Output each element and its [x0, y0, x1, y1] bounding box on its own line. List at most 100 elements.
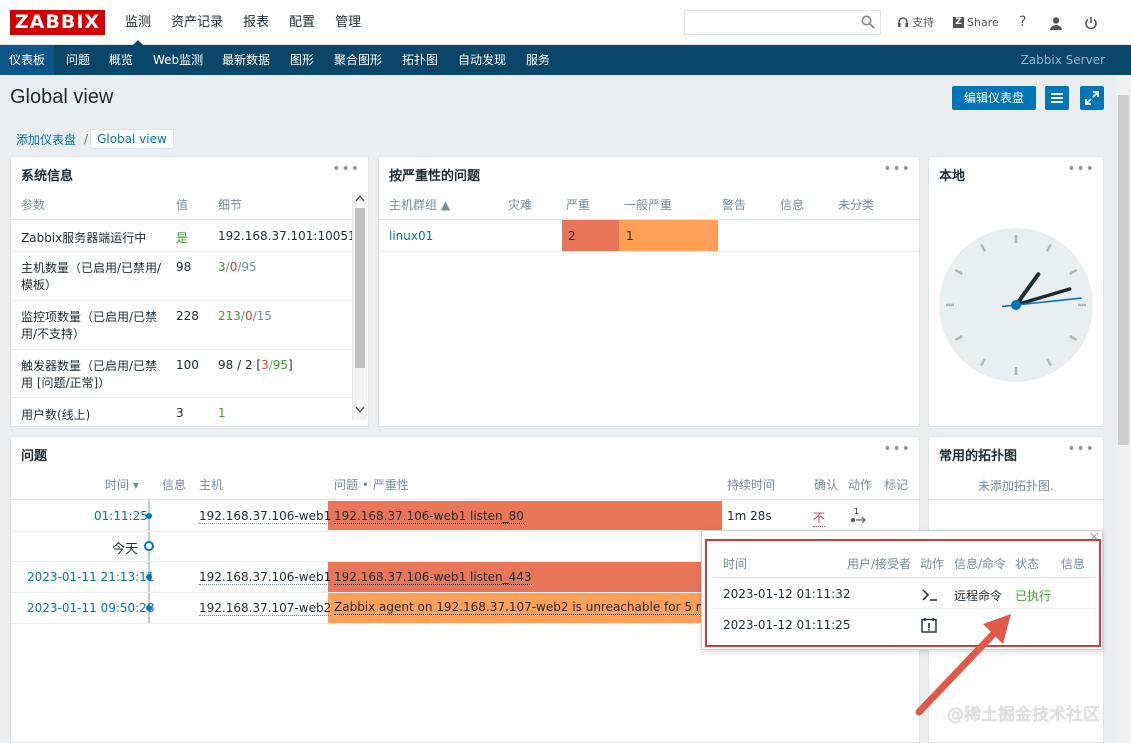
problem-host-link[interactable]: 192.168.37.107-web2	[199, 601, 332, 616]
row-divider	[379, 251, 919, 252]
param-hosts: 主机数量（已启用/已禁用/模板）	[21, 261, 162, 292]
submenu-dashboard[interactable]: 仪表板	[0, 45, 55, 75]
scroll-down-icon[interactable]	[355, 406, 365, 414]
scroll-up-icon[interactable]	[355, 194, 365, 202]
problem-name-link[interactable]: Zabbix agent on 192.168.37.107-web2 is u…	[334, 600, 702, 615]
row-divider	[11, 300, 352, 301]
header-divider	[929, 499, 1103, 500]
detail-triggers: 98 / 2 [3/95]	[218, 358, 293, 372]
page-scrollbar-thumb[interactable]	[1118, 95, 1129, 445]
submenu-problems[interactable]: 问题	[57, 45, 99, 75]
col-problem-severity: 问题 • 严重性	[334, 478, 409, 492]
col-info: 信息	[162, 478, 187, 492]
share-link[interactable]: Z Share	[953, 0, 999, 45]
submenu-web[interactable]: Web监测	[144, 45, 212, 75]
detail-hosts: 3/0/95	[218, 260, 257, 274]
timeline-dot	[146, 605, 152, 611]
col-disaster: 灾难	[508, 198, 533, 212]
host-group-link[interactable]: linux01	[389, 229, 433, 243]
row-divider	[11, 251, 352, 252]
row-divider	[11, 397, 352, 398]
problem-time-link[interactable]: 2023-01-11 09:50:28	[27, 601, 154, 615]
actions-button[interactable]: 1	[850, 507, 868, 525]
count-average: 1	[626, 229, 634, 243]
breadcrumb-current[interactable]: Global view	[90, 129, 174, 149]
sub-menu: 仪表板 问题 概览 Web监测 最新数据 图形 聚合图形 拓扑图 自动发现 服务…	[0, 45, 1131, 75]
breadcrumb-dashboards-link[interactable]: 添加仪表盘	[10, 131, 82, 148]
widget-menu-button[interactable]: •••	[332, 161, 360, 177]
value-triggers: 100	[176, 358, 199, 372]
popup-col-user: 用户/接受者	[847, 557, 912, 571]
col-parameter: 参数	[21, 198, 46, 212]
submenu-services[interactable]: 服务	[517, 45, 559, 75]
menu-monitoring[interactable]: 监测	[115, 0, 161, 46]
cell-average[interactable]	[619, 220, 718, 251]
page-scrollbar[interactable]	[1116, 75, 1131, 743]
headset-icon	[898, 16, 908, 27]
submenu-overview[interactable]: 概览	[100, 45, 142, 75]
value-users: 3	[176, 406, 184, 420]
col-duration: 持续时间	[727, 478, 776, 492]
submenu-discovery[interactable]: 自动发现	[449, 45, 515, 75]
edit-dashboard-button[interactable]: 编辑仪表盘	[952, 86, 1036, 110]
help-button[interactable]: ?	[1019, 0, 1026, 45]
action-time: 2023-01-12 01:11:32	[723, 587, 851, 601]
submenu-graphs[interactable]: 图形	[281, 45, 323, 75]
problem-duration-link[interactable]: 1m 28s	[727, 509, 772, 523]
param-server-running: Zabbix服务器端运行中	[21, 231, 147, 245]
search-icon[interactable]	[861, 15, 875, 29]
bracket: ]	[288, 358, 293, 372]
breadcrumb: 添加仪表盘 / Global view	[10, 128, 174, 150]
col-time[interactable]: 时间 ▾	[105, 476, 139, 493]
search-input[interactable]	[684, 10, 881, 35]
problem-name-link[interactable]: 192.168.37.106-web1 listen_443	[334, 570, 532, 585]
col-host-group[interactable]: 主机群组 ▲	[389, 196, 450, 213]
submenu-screens[interactable]: 聚合图形	[325, 45, 391, 75]
dashboard-list-button[interactable]	[1045, 86, 1069, 110]
menu-configuration[interactable]: 配置	[279, 0, 325, 45]
breadcrumb-separator: /	[84, 132, 89, 146]
sign-out-button[interactable]	[1084, 0, 1098, 45]
support-link[interactable]: 支持	[897, 0, 934, 45]
problem-time-link[interactable]: 2023-01-11 21:13:11	[27, 570, 154, 584]
support-label: 支持	[912, 16, 934, 29]
action-arrow-icon	[851, 516, 866, 524]
menu-inventory[interactable]: 资产记录	[161, 0, 233, 45]
problem-time-link[interactable]: 01:11:25	[94, 509, 148, 523]
widget-title: 常用的拓扑图	[939, 449, 1018, 464]
col-host: 主机	[199, 478, 224, 492]
col-details: 细节	[218, 198, 243, 212]
fullscreen-button[interactable]	[1080, 86, 1104, 110]
page-title: Global view	[10, 86, 114, 108]
menu-administration[interactable]: 管理	[325, 0, 371, 45]
problem-host-link[interactable]: 192.168.37.106-web1	[199, 570, 332, 585]
system-info-scrollbar[interactable]	[352, 192, 367, 420]
zabbix-logo[interactable]: ZABBIX	[10, 10, 105, 35]
widget-title: 问题	[21, 449, 48, 464]
widget-menu-button[interactable]: •••	[1067, 441, 1095, 457]
col-information: 信息	[780, 198, 805, 212]
timeline-dot	[146, 513, 152, 519]
ack-link[interactable]: 不	[813, 509, 826, 527]
widget-title: 本地	[939, 169, 966, 184]
col-value: 值	[176, 198, 189, 212]
today-marker	[144, 541, 154, 551]
user-profile-button[interactable]	[1049, 0, 1063, 45]
value-server-running: 是	[176, 231, 189, 245]
row-divider	[11, 349, 352, 350]
problem-host-link[interactable]: 192.168.37.106-web1	[199, 509, 332, 524]
widget-menu-button[interactable]: •••	[883, 161, 911, 177]
share-label: Share	[967, 16, 999, 29]
widget-menu-button[interactable]: •••	[1067, 161, 1095, 177]
menu-reports[interactable]: 报表	[233, 0, 279, 45]
problem-cell-average[interactable]: Zabbix agent on 192.168.37.107-web2 is u…	[328, 593, 702, 623]
problem-name-link[interactable]: 192.168.37.106-web1 listen_80	[334, 509, 524, 524]
widget-menu-button[interactable]: •••	[883, 441, 911, 457]
count-high: 2	[568, 229, 576, 243]
scrollbar-thumb[interactable]	[355, 208, 365, 368]
submenu-latest-data[interactable]: 最新数据	[213, 45, 279, 75]
widget-title: 系统信息	[21, 169, 74, 184]
triggers-problem: 3	[261, 358, 269, 372]
col-actions: 动作	[848, 478, 873, 492]
submenu-maps[interactable]: 拓扑图	[393, 45, 447, 75]
